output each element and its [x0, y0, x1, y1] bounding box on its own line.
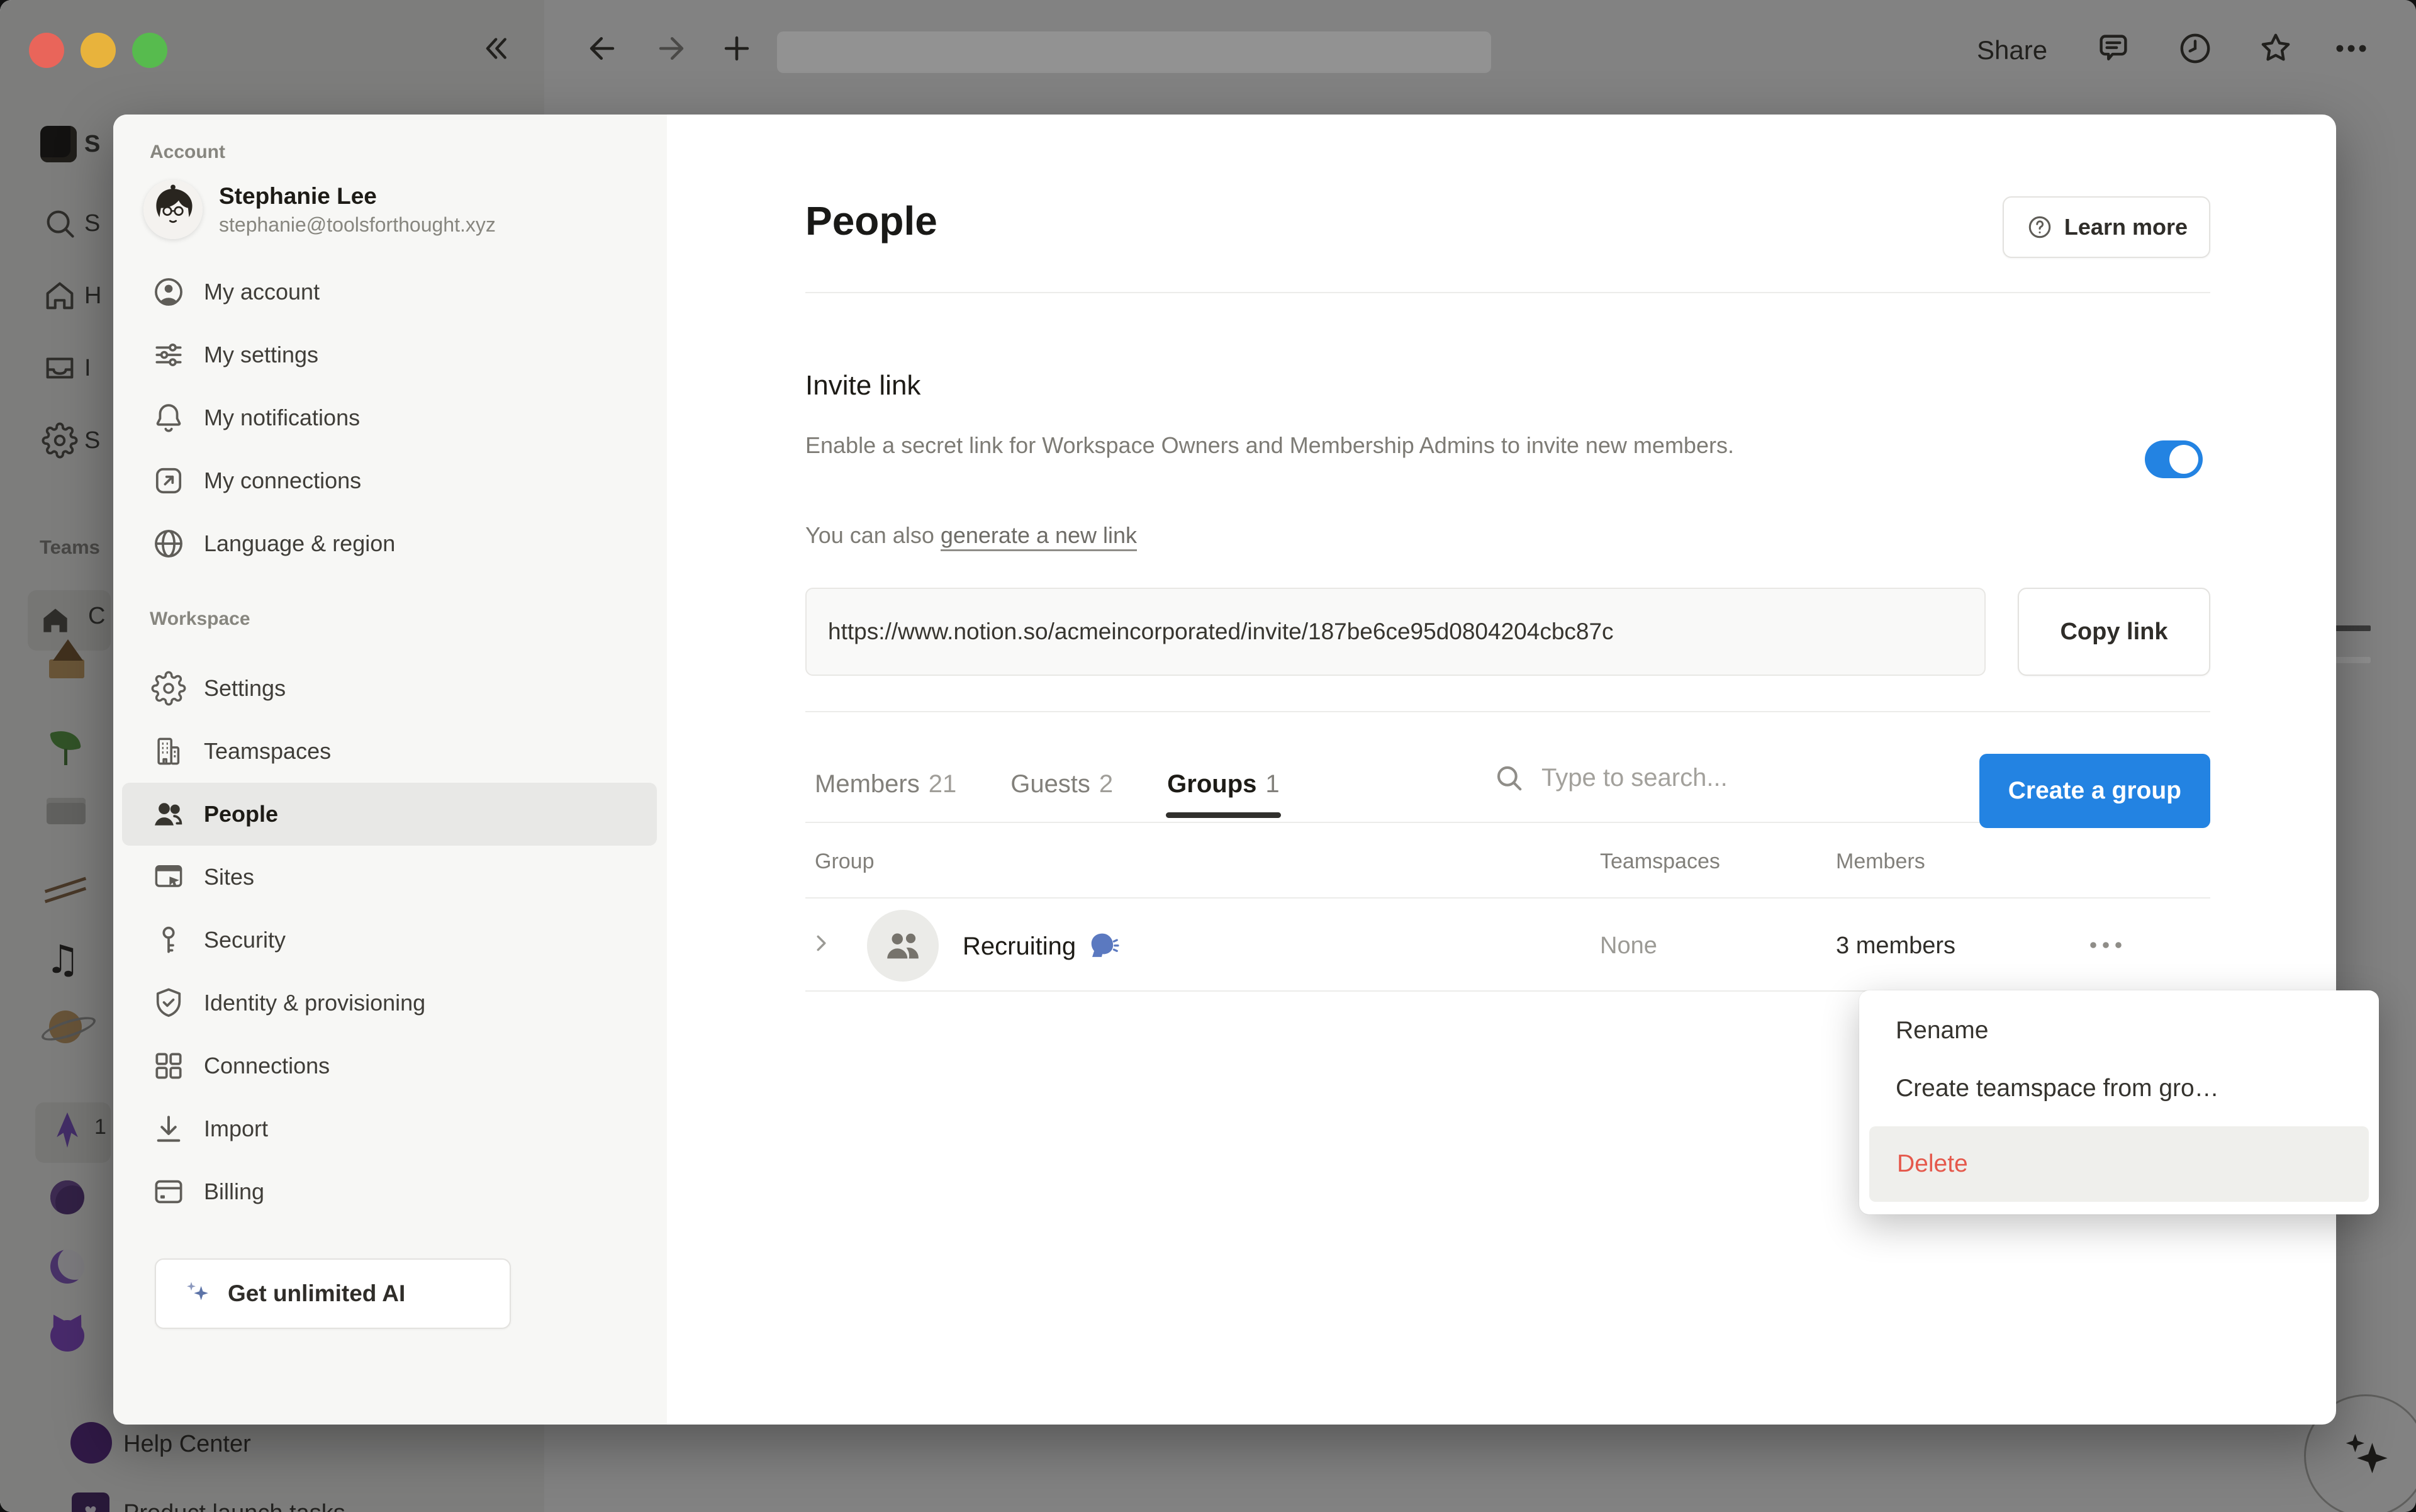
user-name: Stephanie Lee	[219, 181, 496, 211]
row-more-options-icon[interactable]	[2081, 930, 2130, 960]
sidebar-item-teamspaces[interactable]: Teamspaces	[122, 720, 657, 783]
settings-content: People Learn more Invite link Enable a s…	[667, 115, 2336, 1425]
column-header-group: Group	[815, 849, 875, 874]
gear-icon	[151, 671, 186, 706]
get-unlimited-ai-button[interactable]: Get unlimited AI	[155, 1258, 511, 1329]
user-email: stephanie@toolsforthought.xyz	[219, 211, 496, 238]
divider	[805, 711, 2210, 712]
question-circle-icon	[2025, 213, 2054, 242]
credit-card-icon	[151, 1174, 186, 1209]
menu-item-delete[interactable]: Delete	[1869, 1126, 2369, 1202]
search-box[interactable]	[1492, 761, 1845, 794]
tab-title-placeholder	[777, 31, 1491, 73]
invite-link-input[interactable]	[805, 588, 1986, 676]
speaking-head-emoji	[1087, 930, 1120, 963]
notion-window: S S H I S Teams C ♫ 1	[0, 0, 2416, 1512]
group-context-menu: Rename Create teamspace from gro… Delete	[1859, 990, 2379, 1214]
learn-more-button[interactable]: Learn more	[2003, 196, 2210, 258]
sidebar-item-identity-provisioning[interactable]: Identity & provisioning	[122, 972, 657, 1034]
sidebar-item-my-settings[interactable]: My settings	[122, 323, 657, 386]
arrow-out-box-icon	[151, 463, 186, 498]
expand-row-chevron-icon[interactable]	[807, 929, 836, 958]
right-edge-handle[interactable]	[2333, 625, 2371, 631]
close-window-button[interactable]	[29, 33, 64, 68]
tab-guests[interactable]: Guests2	[1010, 754, 1113, 814]
sliders-icon	[151, 337, 186, 372]
sidebar-item-my-account[interactable]: My account	[122, 260, 657, 323]
person-circle-icon	[151, 274, 186, 310]
settings-dialog: Account Stephanie Lee stephanie@toolsfor…	[113, 115, 2336, 1425]
sidebar-item-my-connections[interactable]: My connections	[122, 449, 657, 512]
menu-item-rename[interactable]: Rename	[1859, 1002, 2379, 1060]
avatar	[143, 180, 203, 239]
sidebar-item-language-region[interactable]: Language & region	[122, 512, 657, 575]
workspace-section-label: Workspace	[150, 608, 667, 630]
account-user[interactable]: Stephanie Lee stephanie@toolsforthought.…	[143, 180, 648, 239]
search-icon	[1492, 761, 1525, 794]
sparkles-icon	[181, 1277, 214, 1310]
zoom-window-button[interactable]	[132, 33, 167, 68]
sidebar-item-billing[interactable]: Billing	[122, 1160, 657, 1223]
invite-link-description: Enable a secret link for Workspace Owner…	[805, 428, 1862, 463]
generate-link-line: You can also generate a new link	[805, 522, 1137, 549]
group-avatar	[867, 910, 939, 982]
search-input[interactable]	[1540, 763, 1845, 793]
page-title: People	[805, 198, 937, 244]
people-icon	[151, 797, 186, 832]
table-header-divider	[805, 897, 2210, 899]
download-icon	[151, 1111, 186, 1146]
right-edge-handle-2	[2333, 657, 2371, 663]
sidebar-item-connections[interactable]: Connections	[122, 1034, 657, 1097]
sidebar-item-settings[interactable]: Settings	[122, 657, 657, 720]
create-group-button[interactable]: Create a group	[1979, 754, 2210, 828]
account-section-label: Account	[150, 141, 667, 164]
globe-icon	[151, 526, 186, 561]
invite-link-toggle[interactable]	[2145, 440, 2203, 478]
divider	[805, 292, 2210, 293]
grid-icon	[151, 1048, 186, 1084]
settings-sidebar: Account Stephanie Lee stephanie@toolsfor…	[113, 115, 667, 1425]
minimize-window-button[interactable]	[81, 33, 116, 68]
group-name[interactable]: Recruiting	[963, 930, 1120, 963]
key-icon	[151, 922, 186, 958]
building-icon	[151, 734, 186, 769]
copy-link-button[interactable]: Copy link	[2018, 588, 2210, 676]
member-tabs: Members21 Guests2 Groups1	[815, 754, 1280, 814]
tab-groups[interactable]: Groups1	[1167, 754, 1279, 814]
tab-members[interactable]: Members21	[815, 754, 956, 814]
shield-check-icon	[151, 985, 186, 1021]
group-teamspaces-value: None	[1600, 932, 1657, 960]
sidebar-item-my-notifications[interactable]: My notifications	[122, 386, 657, 449]
group-members-value[interactable]: 3 members	[1836, 932, 1955, 960]
browser-cursor-icon	[151, 860, 186, 895]
invite-link-heading: Invite link	[805, 370, 920, 401]
column-header-members: Members	[1836, 849, 1925, 874]
sidebar-item-security[interactable]: Security	[122, 909, 657, 972]
menu-item-create-teamspace[interactable]: Create teamspace from gro…	[1859, 1060, 2379, 1117]
sidebar-item-people[interactable]: People	[122, 783, 657, 846]
sidebar-item-sites[interactable]: Sites	[122, 846, 657, 909]
sidebar-item-import[interactable]: Import	[122, 1097, 657, 1160]
toggle-knob	[2169, 445, 2198, 474]
generate-new-link[interactable]: generate a new link	[941, 522, 1137, 551]
bell-icon	[151, 400, 186, 435]
column-header-teamspaces: Teamspaces	[1600, 849, 1720, 874]
